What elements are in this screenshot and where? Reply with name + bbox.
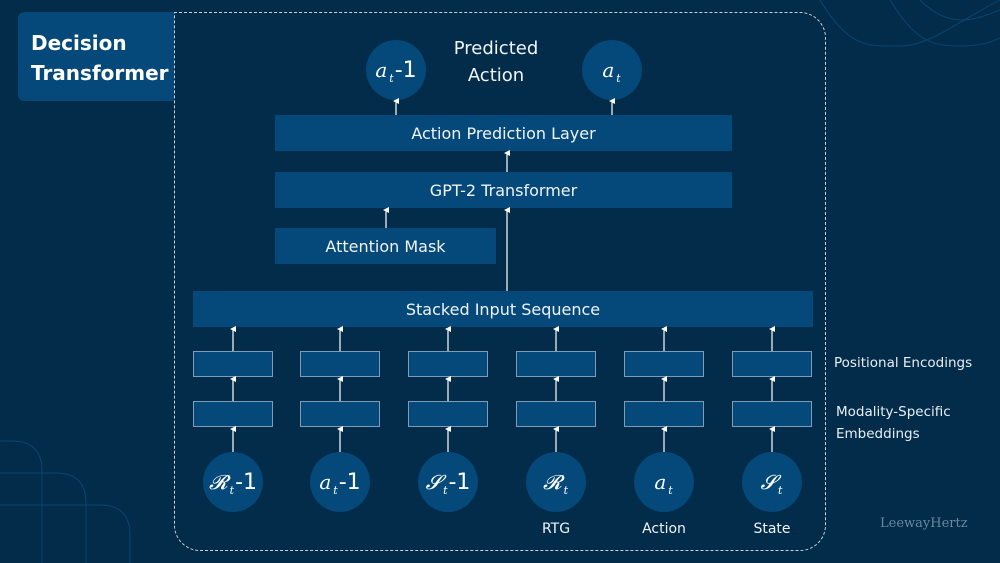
predicted-action-line-1: Predicted	[453, 38, 539, 59]
modality-embedding-box	[624, 401, 704, 427]
attention-mask-label: Attention Mask	[325, 236, 446, 256]
output-subscript: t	[616, 71, 621, 85]
input-symbol: a	[319, 470, 332, 494]
input-node-action-prev: a t -1	[310, 452, 370, 512]
caption-state: State	[753, 521, 791, 537]
title-box: Decision Transformer	[18, 12, 174, 101]
attention-mask-layer: Attention Mask	[275, 228, 496, 264]
watermark-logo: LeewayHertz	[880, 516, 968, 531]
modality-embedding-box	[516, 401, 596, 427]
input-suffix: -1	[235, 469, 258, 495]
output-symbol: a	[375, 58, 388, 82]
input-symbol: 𝓢	[760, 470, 777, 494]
input-symbol: a	[654, 470, 667, 494]
gpt2-transformer-label: GPT-2 Transformer	[429, 180, 578, 200]
stacked-input-sequence-layer: Stacked Input Sequence	[193, 291, 813, 327]
input-subscript: t	[778, 483, 783, 497]
predicted-action-line-2: Action	[467, 65, 525, 86]
action-prediction-label: Action Prediction Layer	[411, 123, 596, 143]
output-node-a-t: at	[582, 40, 642, 100]
positional-encoding-box	[624, 351, 704, 377]
predicted-action-label: Predicted Action	[436, 35, 556, 89]
title-line-1: Decision	[31, 31, 127, 55]
input-symbol: 𝓡	[208, 470, 228, 494]
modality-embedding-box	[732, 401, 812, 427]
modality-embeddings-label: Modality-Specific Embeddings	[836, 401, 951, 445]
caption-action: Action	[642, 521, 686, 537]
action-prediction-layer: Action Prediction Layer	[275, 115, 732, 151]
modality-embedding-box	[300, 401, 380, 427]
input-suffix: -1	[448, 469, 471, 495]
input-subscript: t	[563, 483, 569, 497]
positional-encoding-box	[516, 351, 596, 377]
input-suffix: -1	[338, 469, 361, 495]
input-node-action: at	[634, 452, 694, 512]
output-suffix: -1	[394, 57, 417, 83]
positional-encoding-box	[300, 351, 380, 377]
input-node-state-prev: 𝓢t -1	[418, 452, 478, 512]
input-node-rtg: 𝓡t	[526, 452, 586, 512]
positional-encodings-label: Positional Encodings	[834, 355, 973, 371]
caption-rtg: RTG	[541, 521, 571, 537]
modality-embedding-box	[408, 401, 488, 427]
input-subscript: t	[333, 483, 338, 497]
gpt2-transformer-layer: GPT-2 Transformer	[275, 172, 732, 208]
input-subscript: t	[229, 483, 235, 497]
positional-encoding-box	[408, 351, 488, 377]
input-node-rtg-prev: 𝓡t -1	[203, 452, 263, 512]
modality-label-line-1: Modality-Specific	[836, 404, 951, 420]
input-symbol: 𝓡	[542, 470, 562, 494]
title-line-2: Transformer	[31, 61, 169, 85]
dashed-container	[174, 12, 826, 551]
positional-encoding-box	[732, 351, 812, 377]
output-symbol: a	[602, 58, 615, 82]
input-subscript: t	[668, 483, 673, 497]
stacked-input-label: Stacked Input Sequence	[405, 299, 601, 319]
input-subscript: t	[443, 483, 448, 497]
output-subscript: t	[389, 71, 394, 85]
input-node-state: 𝓢t	[742, 452, 802, 512]
output-node-a-t-minus-1: a t -1	[366, 40, 426, 100]
input-symbol: 𝓢	[425, 470, 442, 494]
modality-embedding-box	[193, 401, 273, 427]
modality-label-line-2: Embeddings	[836, 426, 920, 442]
positional-encoding-box	[193, 351, 273, 377]
